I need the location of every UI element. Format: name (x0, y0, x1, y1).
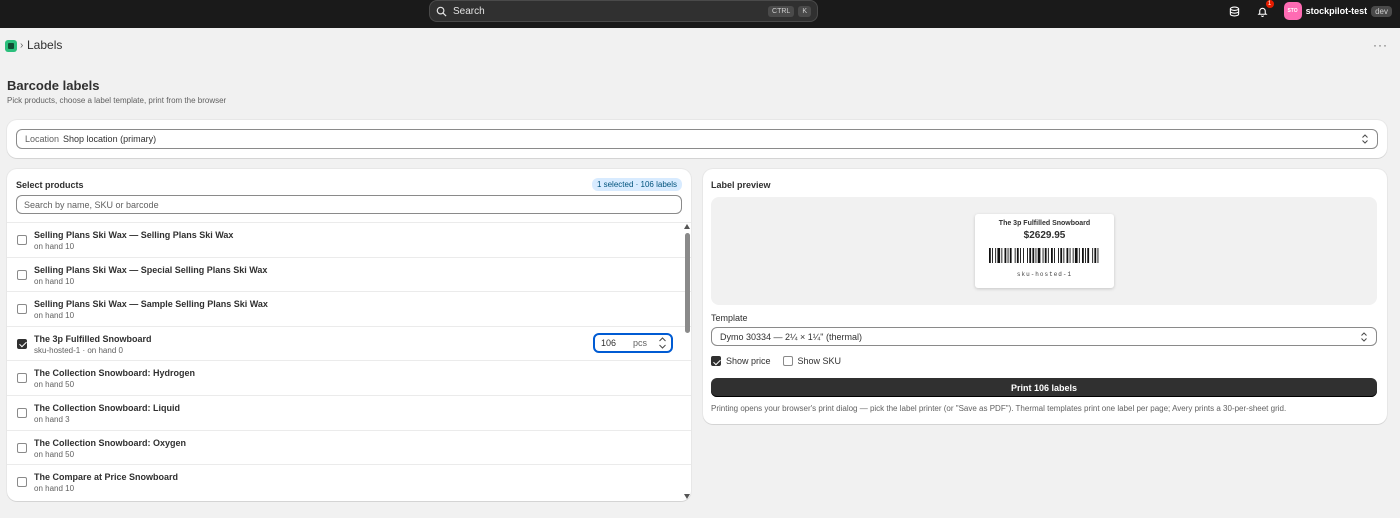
label-options: Show price Show SKU (711, 356, 853, 366)
stepper-arrows-icon[interactable] (658, 336, 667, 350)
shortcut-ctrl: CTRL (768, 5, 795, 17)
show-price-label: Show price (726, 356, 771, 366)
label-title: The 3p Fulfilled Snowboard (998, 220, 1091, 227)
list-item[interactable]: Selling Plans Ski Wax — Special Selling … (7, 256, 691, 292)
select-chevron-icon (1361, 331, 1367, 342)
location-value: Shop location (primary) (63, 134, 157, 144)
page-subtitle: Pick products, choose a label template, … (7, 96, 227, 105)
product-checkbox[interactable] (17, 304, 27, 315)
product-subtitle: sku-hosted-1 · on hand 0 (34, 345, 123, 355)
quantity-unit: pcs (632, 337, 647, 348)
product-checkbox[interactable] (17, 477, 27, 488)
template-value: Dymo 30334 — 2¼ × 1¼" (thermal) (720, 331, 863, 342)
product-title: The Collection Snowboard: Oxygen (34, 437, 187, 448)
scrollbar-thumb[interactable] (684, 233, 690, 333)
print-labels-button[interactable]: Print 106 labels (711, 378, 1377, 397)
bell-icon[interactable]: 1 (1256, 0, 1274, 18)
list-item[interactable]: Selling Plans Ski Wax — Selling Plans Sk… (7, 222, 691, 257)
show-price-checkbox[interactable] (711, 356, 721, 366)
product-subtitle: on hand 3 (34, 414, 70, 424)
list-item[interactable]: The 3p Fulfilled Snowboard sku-hosted-1 … (7, 325, 691, 361)
list-item[interactable]: The Collection Snowboard: Oxygen on hand… (7, 429, 691, 465)
store-avatar[interactable]: STO (1283, 2, 1302, 20)
show-sku-checkbox[interactable] (782, 356, 793, 366)
global-search[interactable]: Search CTRL K (429, 0, 818, 22)
location-select[interactable]: Location Shop location (primary) (16, 129, 1378, 149)
database-icon[interactable] (1228, 4, 1242, 18)
title-bar: › Labels ··· (0, 28, 1400, 64)
app-icon[interactable] (5, 40, 17, 52)
product-subtitle: on hand 10 (34, 276, 75, 286)
scroll-up-icon[interactable] (684, 224, 690, 229)
product-checkbox[interactable] (17, 235, 27, 245)
product-list: Selling Plans Ski Wax — Selling Plans Sk… (7, 222, 691, 499)
product-title: The Collection Snowboard: Hydrogen (34, 368, 196, 379)
label-preview: The 3p Fulfilled Snowboard $2629.95 sku-… (975, 214, 1114, 288)
list-scrollbar[interactable] (683, 222, 691, 501)
product-checkbox[interactable] (17, 269, 27, 280)
barcode-icon (989, 248, 1099, 263)
store-name[interactable]: stockpilot-test (1306, 6, 1368, 16)
page-title: Barcode labels (7, 78, 100, 93)
preview-card: Label preview The 3p Fulfilled Snowboard… (703, 169, 1387, 424)
label-sku: sku-hosted-1 (1016, 271, 1073, 278)
show-sku-option[interactable]: Show SKU (782, 356, 842, 366)
product-title: The 3p Fulfilled Snowboard (34, 333, 152, 344)
products-heading: Select products (16, 180, 84, 190)
shortcut-k: K (798, 5, 811, 17)
product-title: Selling Plans Ski Wax — Selling Plans Sk… (34, 230, 234, 240)
product-checkbox[interactable] (17, 338, 27, 349)
products-card: Select products 1 selected · 106 labels … (7, 169, 691, 501)
list-item[interactable]: Selling Plans Ski Wax — Sample Selling P… (7, 291, 691, 326)
search-icon (436, 6, 447, 17)
location-card: Location Shop location (primary) (7, 120, 1387, 158)
quantity-stepper[interactable]: 106 pcs (593, 332, 673, 353)
product-subtitle: on hand 10 (34, 242, 75, 251)
top-right-controls: 1 STO stockpilot-test dev (1228, 0, 1392, 20)
location-label: Location (25, 134, 60, 144)
selection-badge: 1 selected · 106 labels (591, 178, 682, 191)
product-title: Selling Plans Ski Wax — Special Selling … (34, 264, 268, 275)
notification-count: 1 (1265, 0, 1274, 8)
quantity-value: 106 (601, 337, 617, 348)
product-search-placeholder: Search by name, SKU or barcode (24, 199, 159, 210)
top-bar: Search CTRL K 1 STO stockpilot-test dev (0, 0, 1400, 28)
breadcrumb: Labels (27, 38, 63, 52)
product-subtitle: on hand 10 (34, 311, 75, 321)
product-checkbox[interactable] (17, 373, 27, 384)
print-help-text: Printing opens your browser's print dial… (711, 404, 1287, 413)
product-search-input[interactable]: Search by name, SKU or barcode (16, 195, 682, 214)
label-price: $2629.95 (1023, 230, 1066, 241)
show-sku-label: Show SKU (797, 356, 842, 366)
product-checkbox[interactable] (17, 407, 27, 418)
select-chevron-icon (1362, 134, 1368, 144)
chevron-right-icon: › (20, 40, 24, 51)
show-price-option[interactable]: Show price (711, 356, 771, 366)
template-label: Template (711, 313, 748, 323)
store-env-badge: dev (1371, 5, 1392, 17)
product-subtitle: on hand 10 (34, 484, 75, 494)
preview-heading: Label preview (711, 180, 771, 190)
product-title: The Collection Snowboard: Liquid (34, 402, 180, 413)
list-item[interactable]: The Collection Snowboard: Liquid on hand… (7, 394, 691, 430)
template-select[interactable]: Dymo 30334 — 2¼ × 1¼" (thermal) (711, 327, 1377, 346)
product-subtitle: on hand 50 (34, 380, 75, 390)
search-placeholder: Search (453, 5, 485, 17)
product-title: Selling Plans Ski Wax — Sample Selling P… (34, 299, 268, 310)
label-preview-area: The 3p Fulfilled Snowboard $2629.95 sku-… (711, 197, 1377, 305)
product-checkbox[interactable] (17, 442, 27, 453)
list-item[interactable]: The Collection Snowboard: Hydrogen on ha… (7, 360, 691, 395)
scroll-down-icon[interactable] (684, 494, 690, 499)
product-subtitle: on hand 50 (34, 449, 75, 459)
more-actions-icon[interactable]: ··· (1373, 38, 1388, 52)
product-title: The Compare at Price Snowboard (34, 472, 179, 483)
list-item[interactable]: The Compare at Price Snowboard on hand 1… (7, 464, 691, 499)
